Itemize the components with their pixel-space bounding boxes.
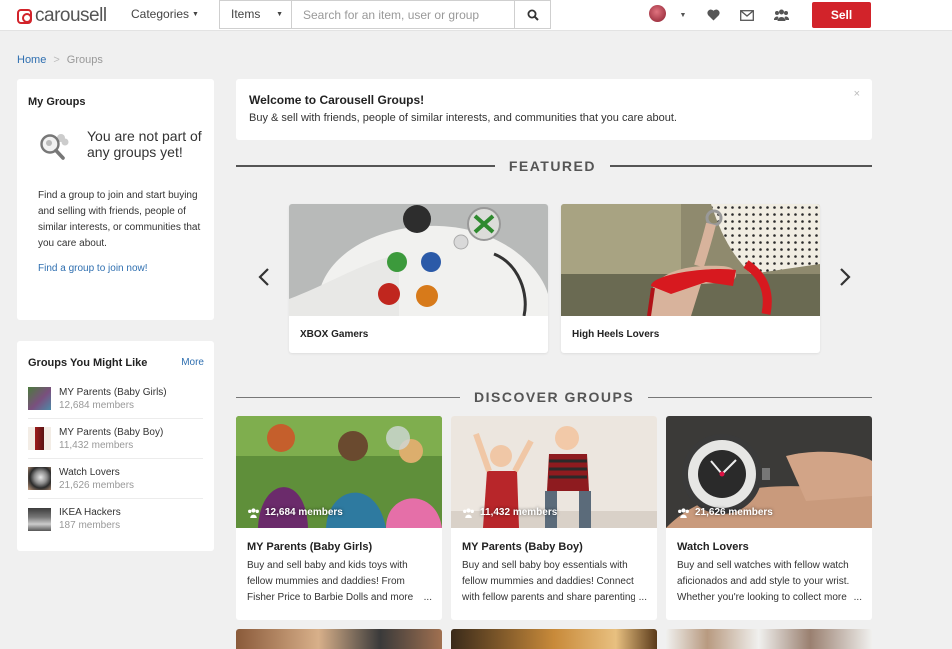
members-badge: 12,684 members	[247, 507, 343, 518]
categories-label: Categories	[131, 7, 190, 21]
breadcrumb: Home > Groups	[17, 54, 103, 66]
group-name: Watch Lovers	[59, 466, 120, 478]
user-avatar[interactable]	[649, 5, 666, 22]
divider	[236, 396, 460, 398]
welcome-text: Buy & sell with friends, people of simil…	[249, 112, 677, 124]
group-name: MY Parents (Baby Girls)	[59, 386, 167, 398]
group-members-count: 11,432 members	[59, 439, 134, 451]
breadcrumb-home-link[interactable]: Home	[17, 54, 46, 66]
heart-icon[interactable]	[705, 7, 721, 23]
xbox-controller-image	[289, 204, 548, 316]
list-item[interactable]: IKEA Hackers 187 members	[28, 499, 203, 539]
group-thumbnail	[28, 507, 51, 531]
featured-group-name: High Heels Lovers	[572, 329, 660, 340]
close-icon[interactable]: ×	[854, 88, 860, 100]
group-card-image-partial[interactable]	[236, 629, 442, 649]
groups-you-might-like-panel: Groups You Might Like More MY Parents (B…	[17, 341, 214, 551]
chevron-right-icon	[840, 268, 851, 286]
members-count: 21,626 members	[695, 507, 773, 518]
groups-icon	[248, 507, 259, 518]
might-like-title: Groups You Might Like	[28, 357, 148, 369]
members-count: 11,432 members	[480, 507, 558, 518]
description-ellipsis: ...	[419, 592, 432, 603]
group-search-icon	[38, 131, 72, 163]
group-name: MY Parents (Baby Boy)	[462, 541, 583, 553]
breadcrumb-current: Groups	[66, 54, 103, 66]
description-ellipsis: ...	[634, 592, 647, 603]
breadcrumb-separator-icon: >	[53, 54, 60, 66]
discover-groups-heading: DISCOVER GROUPS	[236, 389, 872, 405]
group-members-count: 21,626 members	[59, 479, 135, 491]
discover-groups-label: DISCOVER GROUPS	[474, 389, 635, 405]
welcome-banner: Welcome to Carousell Groups! Buy & sell …	[236, 79, 872, 140]
divider	[236, 165, 495, 167]
group-card[interactable]: 11,432 members MY Parents (Baby Boy) Buy…	[451, 416, 657, 620]
carousel-next-button[interactable]	[838, 267, 852, 287]
carousell-logo[interactable]: carousell	[17, 5, 107, 27]
group-description: Buy and sell watches with fellow watch a…	[677, 560, 850, 603]
group-members-count: 12,684 members	[59, 399, 135, 411]
top-navbar: carousell Categories▼ Items▼ ▼ Sell	[0, 0, 952, 31]
empty-groups-title: You are not part of any groups yet!	[87, 128, 202, 160]
featured-label: FEATURED	[508, 158, 596, 174]
search-type-label: Items	[231, 7, 261, 21]
list-item[interactable]: Watch Lovers 21,626 members	[28, 459, 203, 499]
group-description: Buy and sell baby boy essentials with fe…	[462, 560, 636, 603]
featured-group-name: XBOX Gamers	[300, 329, 369, 340]
group-name: IKEA Hackers	[59, 507, 121, 518]
list-item[interactable]: MY Parents (Baby Boy) 11,432 members	[28, 419, 203, 459]
categories-dropdown[interactable]: Categories ▼	[131, 7, 199, 21]
search-type-select[interactable]: Items ▼	[220, 1, 292, 28]
chevron-down-icon[interactable]: ▼	[675, 7, 691, 23]
group-name: MY Parents (Baby Girls)	[247, 541, 373, 553]
chevron-down-icon: ▼	[192, 11, 199, 18]
divider	[648, 396, 872, 398]
members-count: 12,684 members	[265, 507, 343, 518]
group-thumbnail	[28, 427, 51, 450]
sell-button[interactable]: Sell	[812, 2, 871, 28]
chevron-left-icon	[258, 268, 269, 286]
featured-heading: FEATURED	[236, 158, 872, 174]
groups-icon	[463, 507, 474, 518]
group-name: MY Parents (Baby Boy)	[59, 426, 164, 438]
suggested-groups-list: MY Parents (Baby Girls) 12,684 members MY…	[28, 379, 203, 539]
my-groups-title: My Groups	[28, 96, 86, 108]
group-card-image-partial[interactable]	[666, 629, 872, 649]
groups-icon[interactable]	[773, 7, 789, 23]
featured-card[interactable]: XBOX Gamers	[289, 204, 548, 353]
more-link[interactable]: More	[181, 357, 204, 368]
group-thumbnail	[28, 467, 51, 490]
carousel-prev-button[interactable]	[257, 267, 271, 287]
group-card[interactable]: 21,626 members Watch Lovers Buy and sell…	[666, 416, 872, 620]
list-item[interactable]: MY Parents (Baby Girls) 12,684 members	[28, 379, 203, 419]
carousell-logo-icon	[17, 8, 32, 24]
welcome-title: Welcome to Carousell Groups!	[249, 93, 425, 107]
mail-icon[interactable]	[739, 7, 755, 23]
search-icon	[527, 9, 539, 21]
search-bar: Items ▼	[219, 0, 551, 29]
description-ellipsis: ...	[849, 592, 862, 603]
divider	[610, 165, 872, 167]
group-thumbnail	[28, 387, 51, 410]
featured-card[interactable]: High Heels Lovers	[561, 204, 820, 353]
group-members-count: 187 members	[59, 520, 121, 531]
find-group-link[interactable]: Find a group to join now!	[38, 263, 148, 274]
members-badge: 21,626 members	[677, 507, 773, 518]
logo-text: carousell	[35, 5, 107, 26]
groups-icon	[678, 507, 689, 518]
chevron-down-icon: ▼	[276, 11, 283, 18]
empty-groups-description: Find a group to join and start buying an…	[38, 190, 201, 249]
group-name: Watch Lovers	[677, 541, 749, 553]
group-card[interactable]: 12,684 members MY Parents (Baby Girls) B…	[236, 416, 442, 620]
my-groups-panel: My Groups You are not part of any groups…	[17, 79, 214, 320]
high-heels-image	[561, 204, 820, 316]
members-badge: 11,432 members	[462, 507, 557, 518]
search-input[interactable]	[292, 1, 514, 28]
group-description: Buy and sell baby and kids toys with fel…	[247, 560, 414, 603]
group-card-image-partial[interactable]	[451, 629, 657, 649]
search-button[interactable]	[514, 1, 550, 28]
